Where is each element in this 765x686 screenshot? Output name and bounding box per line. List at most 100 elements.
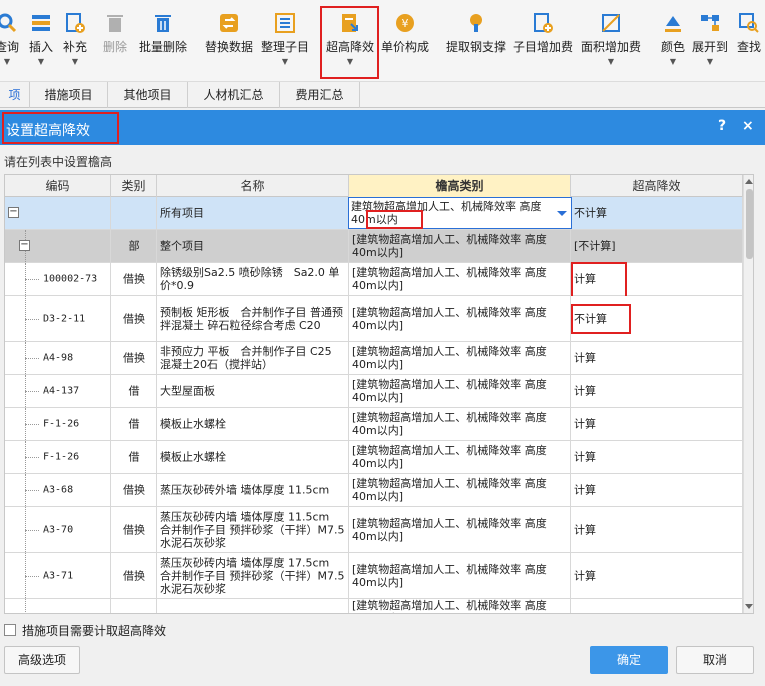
- effect-cell[interactable]: 计算: [571, 408, 743, 440]
- effect-cell[interactable]: 计算: [571, 441, 743, 473]
- table-row[interactable]: A4-98 借换 非预应力 平板 合并制作子目 C25 混凝土20石（搅拌站） …: [5, 342, 743, 375]
- replace-data-icon: [220, 14, 238, 32]
- chevron-down-icon[interactable]: [557, 211, 567, 216]
- table-row[interactable]: F-1-26 借 模板止水螺栓 [建筑物超高增加人工、机械降效率 高度40m以内…: [5, 441, 743, 474]
- ok-button[interactable]: 确定: [590, 646, 668, 674]
- toolbar-subitem-add-fee[interactable]: 子目增加费: [512, 6, 574, 76]
- chevron-down-icon: ▼: [607, 57, 615, 66]
- highlight-box: [320, 6, 379, 79]
- effect-cell[interactable]: 计算: [571, 507, 743, 552]
- close-icon[interactable]: ×: [742, 118, 754, 134]
- effect-cell[interactable]: 计算: [571, 474, 743, 506]
- table-row[interactable]: 100002-73 借换 除锈级别Sa2.5 喷砂除锈 Sa2.0 单价*0.9…: [5, 262, 743, 303]
- tab-items[interactable]: 项: [0, 82, 30, 108]
- highlight-box: [571, 304, 631, 334]
- measures-super-high-checkbox[interactable]: [4, 624, 16, 636]
- effect-cell[interactable]: 计算: [571, 375, 743, 407]
- code-cell: A4-137: [5, 375, 111, 407]
- name-cell: 所有项目: [157, 197, 349, 229]
- table-row[interactable]: A4-137 借 大型屋面板 [建筑物超高增加人工、机械降效率 高度40m以内]…: [5, 375, 743, 408]
- table-row[interactable]: F-1-26 借 模板止水螺栓 [建筑物超高增加人工、机械降效率 高度40m以内…: [5, 408, 743, 441]
- column-header-name[interactable]: 名称: [157, 175, 349, 197]
- organize-subitems-icon: [275, 13, 295, 33]
- tab-measures[interactable]: 措施项目: [30, 82, 108, 108]
- name-cell: 整个项目: [157, 230, 349, 262]
- toolbar-replace-data[interactable]: 替换数据: [202, 6, 256, 76]
- tab-other-items[interactable]: 其他项目: [108, 82, 188, 108]
- toolbar-label: 插入: [28, 40, 53, 54]
- vertical-scrollbar[interactable]: [743, 175, 753, 613]
- scroll-up-icon[interactable]: [745, 179, 753, 184]
- column-header-height-class[interactable]: 檐高类别: [349, 175, 571, 197]
- height-class-cell[interactable]: [建筑物超高增加人工、机械降效率 高度40m以内]: [349, 375, 571, 407]
- column-header-type[interactable]: 类别: [111, 175, 157, 197]
- height-class-cell[interactable]: [建筑物超高增加人工、机械降效率 高度40m以内]: [349, 553, 571, 598]
- height-class-cell[interactable]: [建筑物超高增加人工、机械降效率 高度40m以内]: [349, 230, 571, 262]
- toolbar-insert[interactable]: 插入 ▼: [26, 6, 56, 76]
- effect-cell[interactable]: [571, 599, 743, 613]
- toolbar-label: 补充: [62, 40, 87, 54]
- column-header-super-high-effect[interactable]: 超高降效: [571, 175, 743, 197]
- name-cell: 除锈级别Sa2.5 喷砂除锈 Sa2.0 单价*0.9: [157, 263, 349, 295]
- height-class-cell[interactable]: [建筑物超高增加人工、机械降效率 高度40m以内]: [349, 599, 571, 613]
- type-cell: 借: [111, 408, 157, 440]
- tab-cost-summary[interactable]: 费用汇总: [280, 82, 360, 108]
- column-header-code[interactable]: 编码: [5, 175, 111, 197]
- type-cell: 借换: [111, 474, 157, 506]
- toolbar-batch-delete[interactable]: 批量删除: [136, 6, 190, 76]
- height-class-cell[interactable]: [建筑物超高增加人工、机械降效率 高度40m以内]: [349, 263, 571, 295]
- name-cell: [157, 599, 349, 613]
- type-cell: 借换: [111, 263, 157, 295]
- collapse-icon[interactable]: −: [8, 207, 19, 218]
- effect-cell[interactable]: 不计算: [571, 197, 743, 229]
- chevron-down-icon: ▼: [3, 57, 11, 66]
- table-row[interactable]: − 所有项目 不计算 建筑物超高增加人工、机械降效率 高度40m以内: [5, 197, 743, 230]
- effect-cell[interactable]: 计算: [571, 342, 743, 374]
- effect-cell[interactable]: 计算: [571, 553, 743, 598]
- toolbar-query[interactable]: 查询 ▼: [0, 6, 22, 76]
- toolbar-unit-price-composition[interactable]: ¥ 单价构成: [378, 6, 432, 76]
- code-cell: 100002-73: [5, 263, 111, 295]
- help-icon[interactable]: ?: [718, 118, 726, 134]
- cancel-button[interactable]: 取消: [676, 646, 754, 674]
- collapse-icon[interactable]: −: [19, 240, 30, 251]
- toolbar-organize-subitems[interactable]: 整理子目 ▼: [258, 6, 312, 76]
- height-class-cell[interactable]: [建筑物超高增加人工、机械降效率 高度40m以内]: [349, 507, 571, 552]
- tab-material-summary[interactable]: 人材机汇总: [188, 82, 280, 108]
- toolbar-label: 查找: [736, 40, 761, 54]
- chevron-down-icon: ▼: [706, 57, 714, 66]
- unit-price-composition-icon: ¥: [396, 14, 414, 32]
- advanced-options-button[interactable]: 高级选项: [4, 646, 80, 674]
- highlight-box: [366, 210, 423, 229]
- toolbar-delete[interactable]: 删除: [100, 6, 130, 76]
- effect-cell[interactable]: [不计算]: [571, 230, 743, 262]
- toolbar-expand-to[interactable]: 展开到 ▼: [692, 6, 728, 76]
- type-cell: 借换: [111, 553, 157, 598]
- scroll-down-icon[interactable]: [745, 604, 753, 609]
- height-class-cell[interactable]: [建筑物超高增加人工、机械降效率 高度40m以内]: [349, 474, 571, 506]
- name-cell: 蒸压灰砂砖外墙 墙体厚度 11.5cm: [157, 474, 349, 506]
- toolbar-area-add-fee[interactable]: 面积增加费 ▼: [580, 6, 642, 76]
- table-row[interactable]: A3-71 借换 蒸压灰砂砖内墙 墙体厚度 17.5cm 合并制作子目 预拌砂浆…: [5, 553, 743, 599]
- table-row[interactable]: D3-2-11 借换 预制板 矩形板 合并制作子目 普通预拌混凝土 碎石粒径综合…: [5, 296, 743, 342]
- toolbar-supplement[interactable]: 补充 ▼: [60, 6, 90, 76]
- height-class-grid: 编码 类别 名称 檐高类别 超高降效 − 所有项目 不计算 建筑物超高增加人工、…: [4, 174, 754, 614]
- table-row[interactable]: A3-70 借换 蒸压灰砂砖内墙 墙体厚度 11.5cm 合并制作子目 预拌砂浆…: [5, 507, 743, 553]
- height-class-cell[interactable]: [建筑物超高增加人工、机械降效率 高度40m以内]: [349, 441, 571, 473]
- type-cell: [111, 197, 157, 229]
- area-add-fee-icon: [602, 14, 620, 32]
- toolbar-color[interactable]: 颜色 ▼: [658, 6, 688, 76]
- find-icon: [739, 13, 759, 33]
- svg-text:¥: ¥: [402, 17, 409, 30]
- scroll-thumb[interactable]: [746, 189, 753, 259]
- height-class-cell[interactable]: [建筑物超高增加人工、机械降效率 高度40m以内]: [349, 296, 571, 341]
- toolbar-find[interactable]: 查找: [734, 6, 764, 76]
- height-class-cell[interactable]: [建筑物超高增加人工、机械降效率 高度40m以内]: [349, 408, 571, 440]
- height-class-cell[interactable]: [建筑物超高增加人工、机械降效率 高度40m以内]: [349, 342, 571, 374]
- table-row[interactable]: A3-68 借换 蒸压灰砂砖外墙 墙体厚度 11.5cm [建筑物超高增加人工、…: [5, 474, 743, 507]
- insert-icon: [32, 15, 50, 31]
- table-row[interactable]: [建筑物超高增加人工、机械降效率 高度40m以内]: [5, 599, 743, 613]
- table-row[interactable]: − 部 整个项目 [建筑物超高增加人工、机械降效率 高度40m以内] [不计算]: [5, 230, 743, 263]
- toolbar-extract-steel-support[interactable]: 提取钢支撑: [446, 6, 506, 76]
- code-cell: −: [5, 230, 111, 262]
